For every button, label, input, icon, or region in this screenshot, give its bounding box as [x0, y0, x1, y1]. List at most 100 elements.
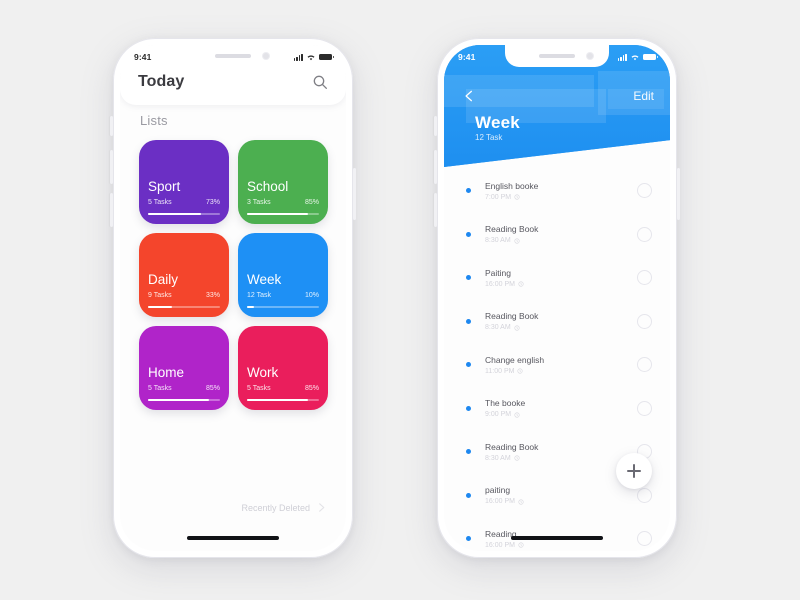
add-task-button[interactable] [616, 453, 652, 489]
status-icons [293, 53, 334, 61]
list-card-sport[interactable]: Sport 5 Tasks 73% [139, 140, 229, 224]
edit-button[interactable]: Edit [633, 89, 654, 103]
clock-icon [518, 542, 524, 548]
lists-grid: Sport 5 Tasks 73% School 3 Tasks 85% Dai… [139, 140, 329, 410]
volume-up-button[interactable] [434, 150, 437, 184]
task-checkbox[interactable] [637, 531, 652, 547]
search-icon[interactable] [312, 74, 328, 90]
page-title: Week [475, 113, 520, 132]
page-title: Today [138, 73, 185, 90]
silent-switch-button[interactable] [110, 116, 113, 136]
volume-down-button[interactable] [110, 193, 113, 227]
task-time-text: 16:00 PM [485, 498, 515, 506]
task-time: 8:30 AM [485, 455, 637, 462]
task-title: English booke [485, 180, 539, 191]
recently-deleted-link[interactable]: Recently Deleted [241, 502, 327, 513]
task-body: The booke 9:00 PM [485, 398, 637, 418]
task-title: Change english [485, 354, 545, 365]
card-task-count: 5 Tasks [148, 199, 172, 206]
clock-icon [514, 238, 520, 244]
device-notch [181, 45, 285, 67]
clock-icon [518, 281, 524, 287]
clock-icon [514, 194, 520, 200]
chevron-left-icon[interactable] [462, 89, 476, 103]
task-bullet-icon [466, 405, 471, 411]
card-progress-fill [247, 399, 309, 401]
task-body: Reading Book 8:30 AM [485, 311, 637, 331]
task-checkbox[interactable] [637, 357, 652, 373]
front-camera-icon [263, 53, 269, 59]
card-progress-track [148, 306, 220, 308]
task-row[interactable]: Paiting 16:00 PM [444, 256, 670, 300]
task-time-text: 16:00 PM [485, 280, 515, 288]
clock-icon [514, 455, 520, 461]
list-card-week[interactable]: Week 12 Task 10% [238, 233, 328, 317]
card-task-count: 5 Tasks [247, 385, 271, 392]
task-bullet-icon [466, 536, 471, 542]
home-indicator[interactable] [187, 536, 279, 540]
task-bullet-icon [466, 275, 471, 281]
screen-today: Today 9:41 Lists Sport 5 Tasks 73% Schoo… [120, 45, 346, 551]
task-time-text: 8:30 AM [485, 237, 511, 245]
task-checkbox[interactable] [637, 400, 652, 416]
task-title: Reading Book [485, 224, 539, 235]
task-row[interactable]: Change english 11:00 PM [444, 343, 670, 387]
card-task-count: 3 Tasks [247, 199, 271, 206]
power-button[interactable] [677, 168, 680, 220]
card-title: Home [148, 365, 185, 380]
task-time-text: 16:00 PM [485, 541, 515, 549]
battery-icon [643, 53, 658, 61]
task-row[interactable]: Reading 16:00 PM [444, 517, 670, 551]
task-checkbox[interactable] [637, 226, 652, 242]
silent-switch-button[interactable] [434, 116, 437, 136]
task-checkbox[interactable] [637, 183, 652, 199]
clock-icon [517, 368, 524, 374]
power-button[interactable] [353, 168, 356, 220]
front-camera-icon [587, 53, 593, 59]
card-title: School [247, 179, 289, 194]
clock-icon [518, 499, 524, 505]
list-card-work[interactable]: Work 5 Tasks 85% [238, 326, 328, 410]
task-time-text: 8:30 AM [485, 454, 511, 462]
card-progress-fill [148, 213, 201, 215]
home-indicator[interactable] [511, 536, 603, 540]
task-time: 16:00 PM [485, 281, 637, 288]
clock-icon [514, 325, 520, 331]
task-row[interactable]: Reading Book 8:30 AM [444, 300, 670, 344]
task-bullet-icon [466, 188, 471, 194]
card-progress-track [247, 213, 319, 215]
task-row[interactable]: Reading Book 8:30 AM [444, 213, 670, 257]
task-body: Change english 11:00 PM [485, 355, 637, 375]
device-notch [505, 45, 609, 67]
task-checkbox[interactable] [637, 270, 652, 286]
task-time: 9:00 PM [485, 411, 637, 418]
status-time: 9:41 [458, 52, 476, 62]
list-card-home[interactable]: Home 5 Tasks 85% [139, 326, 229, 410]
card-task-count: 9 Tasks [148, 292, 172, 299]
task-bullet-icon [466, 492, 471, 498]
task-body: Reading Book 8:30 AM [485, 442, 637, 462]
card-percent: 85% [304, 385, 319, 392]
task-time: 11:00 PM [485, 368, 637, 375]
task-time: 16:00 PM [485, 498, 637, 505]
battery-icon [319, 53, 334, 61]
volume-down-button[interactable] [434, 193, 437, 227]
card-title: Sport [148, 179, 181, 194]
card-title: Work [247, 365, 279, 380]
card-progress-fill [148, 306, 172, 308]
task-body: Paiting 16:00 PM [485, 268, 637, 288]
task-list[interactable]: English booke 7:00 PM Reading Book 8:30 AM P… [444, 169, 670, 551]
earpiece-speaker [539, 54, 575, 58]
list-card-school[interactable]: School 3 Tasks 85% [238, 140, 328, 224]
task-row[interactable]: The booke 9:00 PM [444, 387, 670, 431]
task-checkbox[interactable] [637, 487, 652, 503]
task-row[interactable]: English booke 7:00 PM [444, 169, 670, 213]
task-checkbox[interactable] [637, 313, 652, 329]
list-card-daily[interactable]: Daily 9 Tasks 33% [139, 233, 229, 317]
card-percent: 85% [205, 385, 220, 392]
card-percent: 33% [205, 292, 220, 299]
volume-up-button[interactable] [110, 150, 113, 184]
card-progress-fill [247, 213, 309, 215]
card-percent: 10% [304, 292, 319, 299]
card-progress-track [148, 213, 220, 215]
